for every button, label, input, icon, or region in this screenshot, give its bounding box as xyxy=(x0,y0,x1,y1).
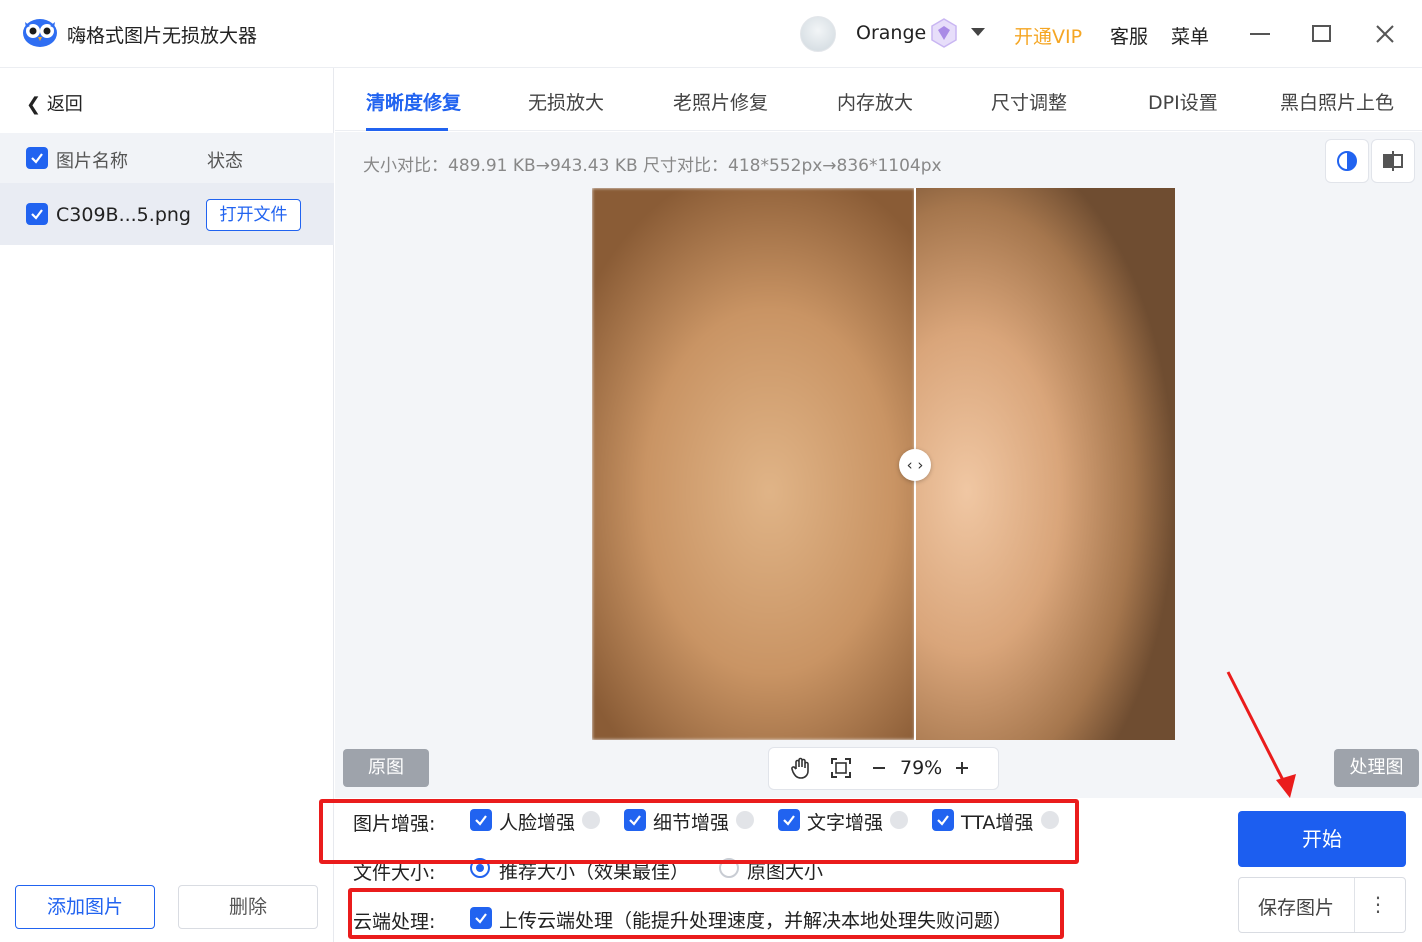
annotation-box-enhance xyxy=(319,799,1079,864)
tab-old-photo-repair[interactable]: 老照片修复 xyxy=(673,88,768,115)
contrast-view-button[interactable] xyxy=(1325,139,1369,183)
zoom-level: 79% xyxy=(900,757,943,779)
open-vip-link[interactable]: 开通VIP xyxy=(1014,22,1082,49)
original-label: 原图 xyxy=(343,749,429,787)
app-title: 嗨格式图片无损放大器 xyxy=(67,25,258,47)
active-tab-indicator xyxy=(366,128,448,131)
menu-link[interactable]: 菜单 xyxy=(1171,22,1209,49)
customer-service-link[interactable]: 客服 xyxy=(1110,22,1148,49)
split-view-button[interactable] xyxy=(1371,139,1415,183)
original-half xyxy=(592,188,915,740)
compare-info: 大小对比：489.91 KB→943.43 KB 尺寸对比：418*552px→… xyxy=(363,156,942,176)
maximize-icon[interactable] xyxy=(1308,20,1336,48)
hand-pan-icon[interactable] xyxy=(789,756,813,780)
chevron-left-icon: ❮ xyxy=(26,94,47,115)
split-view-icon xyxy=(1383,151,1403,171)
tab-clarity-repair[interactable]: 清晰度修复 xyxy=(366,88,461,115)
annotation-box-cloud xyxy=(348,888,1064,939)
tab-size-adjust[interactable]: 尺寸调整 xyxy=(991,88,1067,115)
fit-screen-icon[interactable] xyxy=(829,756,853,780)
save-button-separator xyxy=(1354,878,1355,932)
more-options-icon[interactable]: ⋮ xyxy=(1368,892,1388,916)
tab-lossless-enlarge[interactable]: 无损放大 xyxy=(528,88,604,115)
select-all-checkbox[interactable] xyxy=(26,147,48,169)
zoom-out-icon[interactable] xyxy=(871,760,887,776)
user-avatar[interactable] xyxy=(800,16,836,52)
file-name: C309B...5.png xyxy=(56,204,191,226)
file-checkbox[interactable] xyxy=(26,203,48,225)
compare-slider-handle-icon[interactable]: ‹ › xyxy=(899,449,931,481)
comparison-image[interactable] xyxy=(592,188,1175,740)
tab-colorize-bw[interactable]: 黑白照片上色 xyxy=(1280,88,1394,115)
back-label: 返回 xyxy=(46,94,83,115)
open-file-button[interactable]: 打开文件 xyxy=(206,199,301,231)
vip-diamond-icon xyxy=(931,18,957,48)
check-icon xyxy=(31,209,43,220)
processed-half xyxy=(915,188,1175,740)
annotation-arrow-icon xyxy=(1226,671,1296,798)
file-list-header xyxy=(0,133,334,183)
close-icon[interactable] xyxy=(1371,20,1399,48)
radio-selected-dot xyxy=(476,864,484,872)
contrast-icon xyxy=(1337,151,1357,171)
save-image-label[interactable]: 保存图片 xyxy=(1258,893,1334,920)
zoom-in-icon[interactable] xyxy=(954,760,970,776)
owl-logo-icon xyxy=(23,19,57,47)
add-image-button[interactable]: 添加图片 xyxy=(15,885,155,929)
tab-memory-enlarge[interactable]: 内存放大 xyxy=(837,88,913,115)
column-status: 状态 xyxy=(207,151,243,172)
minimize-icon[interactable] xyxy=(1246,20,1274,48)
start-button[interactable]: 开始 xyxy=(1238,811,1406,867)
column-image-name: 图片名称 xyxy=(56,151,128,172)
username[interactable]: Orange xyxy=(856,22,926,44)
back-button[interactable]: ❮ 返回 xyxy=(26,90,83,116)
processed-label: 处理图 xyxy=(1334,749,1419,787)
tab-dpi-settings[interactable]: DPI设置 xyxy=(1148,88,1218,115)
check-icon xyxy=(31,153,43,164)
delete-button[interactable]: 删除 xyxy=(178,885,318,929)
user-menu-caret-icon[interactable] xyxy=(971,28,985,36)
